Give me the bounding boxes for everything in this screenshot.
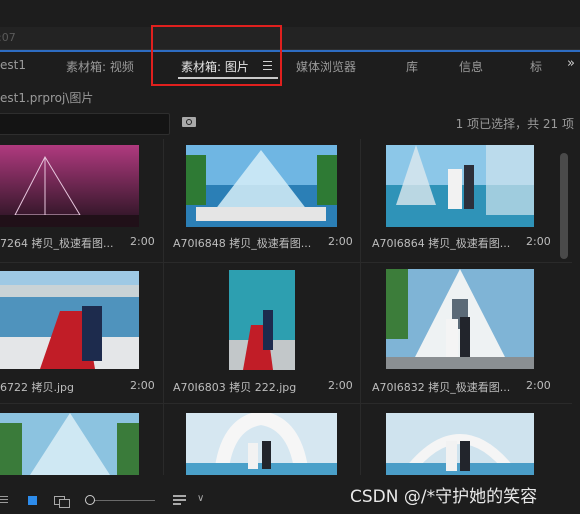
thumbnail-image <box>186 413 337 475</box>
item-duration: 2:00 <box>328 235 353 248</box>
search-input[interactable] <box>0 113 170 135</box>
grid-item[interactable]: A70I6848 拷贝_极速看图... 2:00 <box>165 139 360 262</box>
item-name: A70I6848 拷贝_极速看图... <box>173 237 312 250</box>
zoom-slider-knob[interactable] <box>85 495 95 505</box>
grid-item[interactable]: 7264 拷贝_极速看图... 2:00 <box>0 139 160 262</box>
tab-bin-video[interactable]: 素材箱: 视频 <box>66 58 134 75</box>
item-name: A70I6803 拷贝 222.jpg <box>173 381 297 394</box>
thumbnail-image <box>0 271 139 369</box>
breadcrumb: est1.prproj\图片 <box>0 91 94 105</box>
item-duration: 2:00 <box>526 379 551 392</box>
panel-tabs: est1 素材箱: 视频 素材箱: 图片 媒体浏览器 库 信息 标 <box>0 52 580 80</box>
overflow-chevron-icon[interactable]: » <box>567 56 575 71</box>
timecode-text: :07 <box>0 31 16 44</box>
grid-item[interactable] <box>362 405 562 475</box>
thumbnail-image <box>386 269 534 369</box>
item-duration: 2:00 <box>328 379 353 392</box>
item-name: A70I6864 拷贝_极速看图... <box>372 237 511 250</box>
grid-item[interactable]: 6722 拷贝.jpg 2:00 <box>0 263 160 403</box>
grid-item[interactable]: A70I6864 拷贝_极速看图... 2:00 <box>362 139 562 262</box>
thumbnail-image <box>386 145 534 227</box>
item-duration: 2:00 <box>130 379 155 392</box>
list-view-icon[interactable] <box>0 496 8 504</box>
tab-markers[interactable]: 标 <box>530 58 542 75</box>
tab-project[interactable]: est1 <box>0 58 26 72</box>
timecode-bar: :07 <box>0 27 580 50</box>
selection-status: 1 项已选择，共 21 项 <box>455 117 574 131</box>
thumbnail-image <box>386 413 534 475</box>
scrollbar-thumb[interactable] <box>560 153 568 259</box>
item-duration: 2:00 <box>130 235 155 248</box>
grid-divider <box>0 403 572 404</box>
thumbnail-grid: 7264 拷贝_极速看图... 2:00 A70I6848 拷贝_极速看图...… <box>0 139 572 475</box>
thumbnail-image <box>0 413 139 475</box>
find-icon[interactable] <box>182 117 196 127</box>
freeform-view-icon[interactable] <box>54 496 70 508</box>
thumbnail-image <box>229 270 295 370</box>
highlight-box <box>151 25 282 86</box>
grid-item[interactable]: A70I6832 拷贝_极速看图... 2:00 <box>362 263 562 403</box>
sort-chevron-down-icon[interactable]: ∨ <box>197 493 204 504</box>
grid-divider <box>163 139 164 475</box>
grid-item[interactable] <box>165 405 360 475</box>
item-name: 7264 拷贝_极速看图... <box>0 237 114 250</box>
item-duration: 2:00 <box>526 235 551 248</box>
sort-icon[interactable] <box>173 495 186 505</box>
thumbnail-image <box>0 145 139 227</box>
item-name: 6722 拷贝.jpg <box>0 381 75 394</box>
watermark: CSDN @/*守护她的笑容 <box>350 487 538 507</box>
tab-media-browser[interactable]: 媒体浏览器 <box>296 58 356 75</box>
item-name: A70I6832 拷贝_极速看图... <box>372 381 511 394</box>
grid-item[interactable]: A70I6803 拷贝 222.jpg 2:00 <box>165 263 360 403</box>
thumbnail-image <box>186 145 337 227</box>
grid-divider <box>0 262 572 263</box>
grid-item[interactable] <box>0 405 160 475</box>
tab-info[interactable]: 信息 <box>459 58 483 75</box>
tab-libraries[interactable]: 库 <box>406 58 418 75</box>
vertical-scrollbar[interactable] <box>560 153 568 473</box>
top-bar <box>0 0 580 26</box>
grid-divider <box>360 139 361 475</box>
zoom-slider-track[interactable] <box>87 500 155 501</box>
icon-view-icon[interactable] <box>28 496 37 505</box>
